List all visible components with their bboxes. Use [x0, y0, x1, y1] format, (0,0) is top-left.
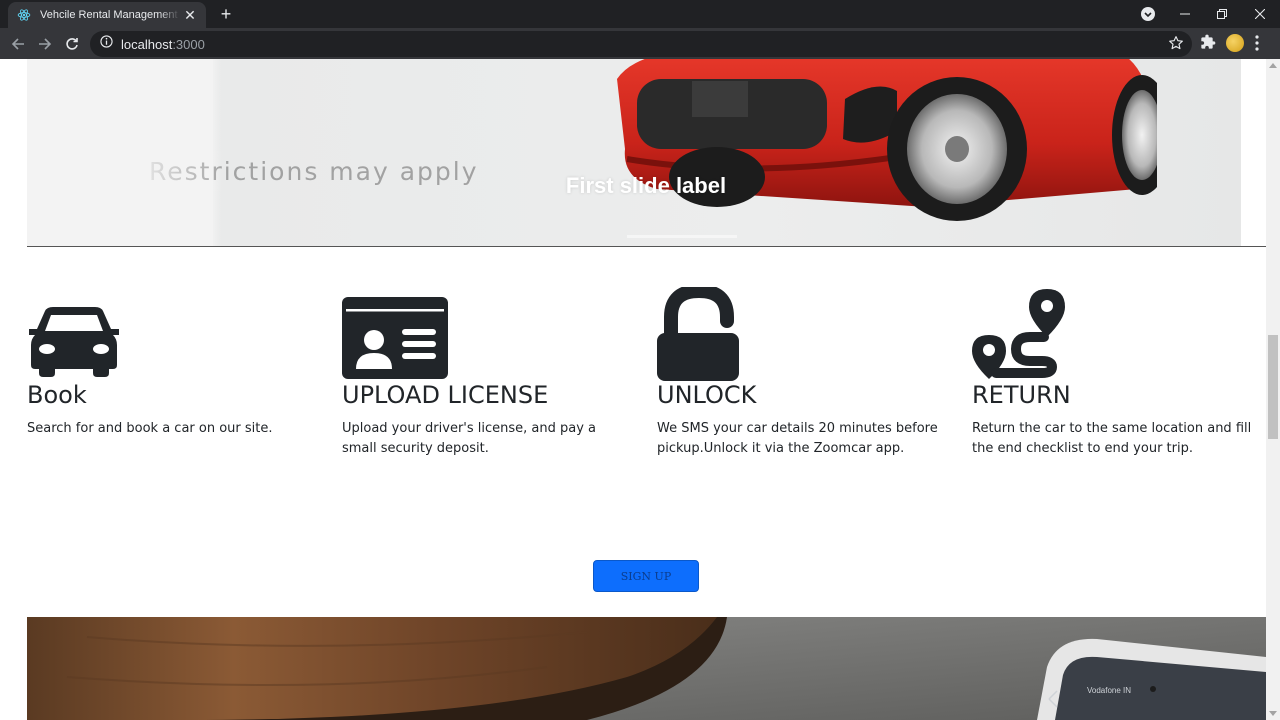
browser-tab[interactable]: Vehcile Rental Management System ✕	[8, 2, 206, 28]
info-icon[interactable]	[100, 35, 113, 53]
sign-up-button[interactable]: SIGN UP	[593, 560, 699, 592]
profile-avatar[interactable]	[1226, 34, 1244, 52]
step-title: Book	[27, 381, 87, 409]
page-scrollbar[interactable]	[1266, 59, 1280, 720]
step-return: RETURN Return the car to the same locati…	[972, 285, 1262, 459]
close-window-icon[interactable]	[1241, 0, 1279, 28]
back-icon[interactable]	[7, 33, 29, 55]
step-description: Return the car to the same location and …	[972, 421, 1252, 456]
tab-title: Vehcile Rental Management System	[40, 9, 180, 21]
step-upload-license: UPLOAD LICENSE Upload your driver's lice…	[342, 285, 632, 459]
forward-icon[interactable]	[34, 33, 56, 55]
url-host: localhost	[121, 36, 173, 52]
browser-tabstrip: Vehcile Rental Management System ✕ +	[0, 0, 1280, 28]
url-text: localhost:3000	[121, 37, 205, 52]
step-unlock: UNLOCK We SMS your car details 20 minute…	[657, 285, 947, 459]
scroll-down-icon[interactable]	[1269, 711, 1277, 716]
restore-icon[interactable]	[1203, 0, 1241, 28]
how-it-works: Book Search for and book a car on our si…	[27, 285, 1266, 465]
new-tab-button[interactable]: +	[216, 4, 236, 24]
step-description: Search for and book a car on our site.	[27, 421, 273, 436]
url-port: :3000	[172, 36, 205, 52]
step-title: RETURN	[972, 381, 1071, 409]
tab-search-icon[interactable]	[1140, 6, 1156, 22]
step-description: Upload your driver's license, and pay a …	[342, 421, 597, 456]
step-title: UNLOCK	[657, 381, 757, 409]
minimize-icon[interactable]	[1166, 0, 1204, 28]
react-icon	[16, 7, 32, 23]
tab-close-button[interactable]: ✕	[182, 7, 198, 23]
bookmark-star-icon[interactable]	[1168, 35, 1184, 56]
divider	[27, 246, 1266, 247]
address-bar[interactable]: localhost:3000	[90, 31, 1192, 57]
step-title: UPLOAD LICENSE	[342, 381, 549, 409]
wood-phone-image: Vodafone IN	[27, 617, 1266, 720]
bottom-hero-image: Vodafone IN	[27, 617, 1266, 720]
carousel[interactable]: Restrictions may apply First slide label	[27, 59, 1241, 246]
carousel-indicator[interactable]	[627, 235, 737, 238]
car-icon	[29, 307, 119, 377]
slide-label: First slide label	[565, 173, 727, 198]
phone-carrier-text: Vodafone IN	[1087, 686, 1131, 695]
id-card-icon	[342, 297, 448, 379]
step-description: We SMS your car details 20 minutes befor…	[657, 421, 938, 456]
unlock-icon	[657, 287, 739, 381]
step-book: Book Search for and book a car on our si…	[27, 285, 317, 439]
extensions-icon[interactable]	[1200, 34, 1218, 52]
browser-toolbar: localhost:3000	[0, 28, 1280, 59]
page-viewport: Restrictions may apply First slide label…	[0, 59, 1266, 720]
route-icon	[972, 289, 1065, 379]
car-image	[617, 59, 1157, 221]
reload-icon[interactable]	[61, 33, 83, 55]
scroll-up-icon[interactable]	[1269, 63, 1277, 68]
scroll-thumb[interactable]	[1268, 335, 1278, 439]
more-menu-icon[interactable]	[1255, 35, 1259, 56]
